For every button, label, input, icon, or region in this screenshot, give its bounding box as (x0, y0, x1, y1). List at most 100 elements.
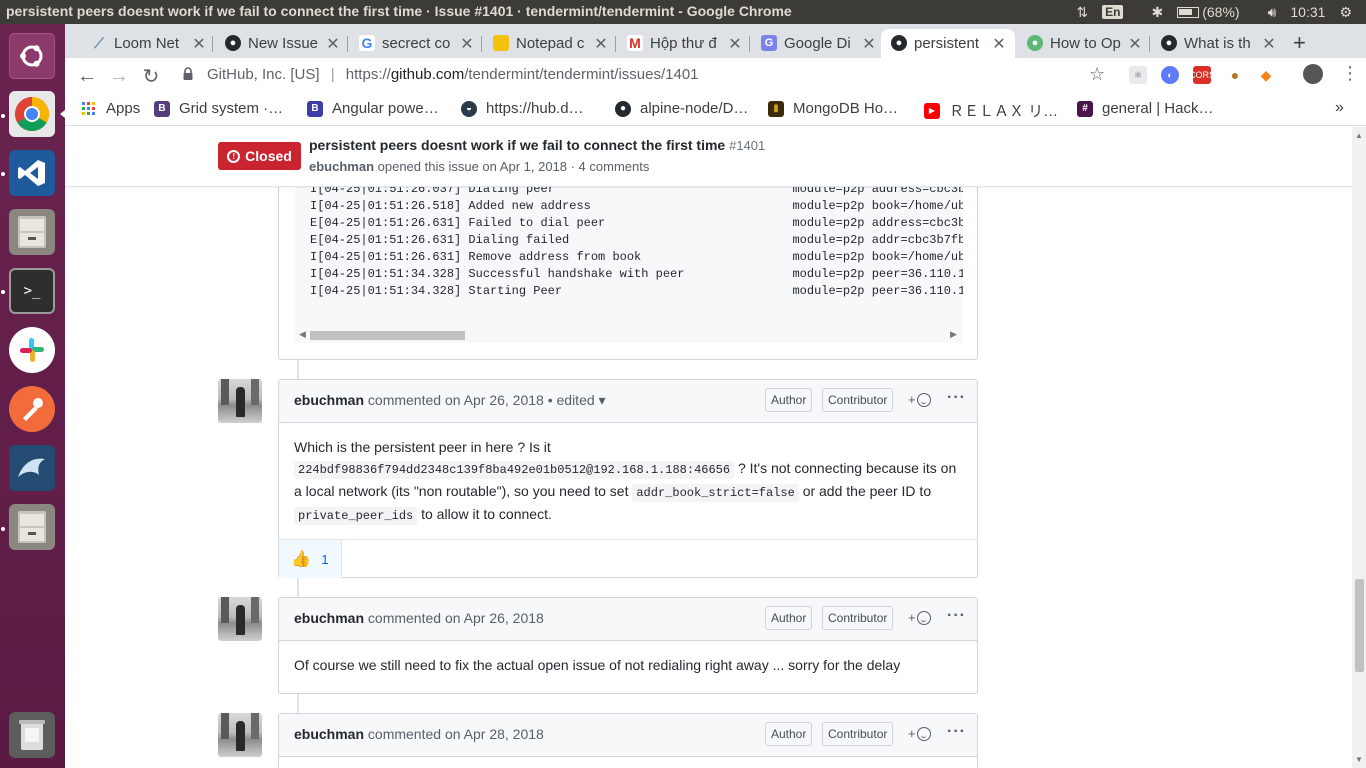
scroll-left-arrow-icon[interactable]: ◀ (299, 329, 306, 340)
scroll-right-arrow-icon[interactable]: ▶ (950, 329, 957, 340)
tab-new-issue[interactable]: ● New Issue ✕ (223, 29, 341, 58)
profile-avatar[interactable] (1303, 64, 1323, 84)
close-tab-icon[interactable]: ✕ (727, 34, 743, 54)
tab-google-search[interactable]: G secrect co ✕ (357, 29, 475, 58)
omnibox[interactable]: GitHub, Inc. [US] | https://github.com/t… (207, 66, 699, 83)
new-tab-plus-icon[interactable]: + (1293, 30, 1306, 56)
bootstrap-icon: B (154, 100, 170, 117)
bluetooth-icon[interactable]: ✱ (1151, 4, 1163, 21)
log-line: I[04-25|01:51:26.518] Added new address … (310, 199, 963, 213)
add-reaction-button[interactable]: + (908, 610, 931, 625)
comment-author[interactable]: ebuchman (294, 610, 364, 626)
files-launcher[interactable] (7, 207, 57, 257)
close-tab-icon[interactable]: ✕ (191, 34, 207, 54)
bookmark-relax[interactable]: ▶ ＲＥＬＡＸ リ… (924, 100, 1058, 121)
bookmark-general-hack[interactable]: # general | Hack… (1077, 100, 1213, 117)
bookmark-star-icon[interactable]: ☆ (1089, 64, 1105, 85)
volume-icon[interactable]: 🔊︎ (1268, 4, 1277, 21)
network-updown-icon[interactable]: ⇅ (1076, 4, 1088, 21)
issue-meta: ebuchman opened this issue on Apr 1, 201… (309, 159, 650, 174)
close-tab-icon[interactable]: ✕ (991, 34, 1007, 54)
extension-icon[interactable]: ◐ (1161, 66, 1179, 84)
bookmark-mongodb[interactable]: ▮ MongoDB Ho… (768, 100, 898, 117)
bookmark-grid-system[interactable]: B Grid system ·… (154, 100, 283, 117)
more-options-icon[interactable]: ··· (947, 723, 966, 741)
reload-icon[interactable]: ↻ (139, 64, 163, 88)
lock-icon[interactable] (183, 67, 193, 81)
page-scrollbar-thumb[interactable] (1355, 579, 1364, 672)
smiley-icon (916, 610, 931, 625)
comment-author[interactable]: ebuchman (294, 726, 364, 742)
chrome-menu-icon[interactable]: ⋮ (1341, 63, 1359, 84)
close-tab-icon[interactable]: ✕ (1261, 34, 1277, 54)
ubuntu-dash-button[interactable] (7, 31, 57, 81)
comment-author[interactable]: ebuchman (294, 392, 364, 408)
slack-launcher[interactable] (7, 325, 57, 375)
comment-date-link[interactable]: Apr 26, 2018 (464, 610, 544, 626)
bookmark-alpine-node[interactable]: ● alpine-node/D… (615, 100, 748, 117)
issue-state-badge: ! Closed (218, 142, 301, 170)
comment: ebuchman commented on Apr 26, 2018 Autho… (278, 597, 978, 694)
security-chip[interactable]: GitHub, Inc. [US] (207, 66, 320, 83)
docker-icon: ◒ (461, 100, 477, 117)
close-tab-icon[interactable]: ✕ (593, 34, 609, 54)
page-scrollbar[interactable]: ▲ ▼ (1352, 127, 1366, 768)
mysql-workbench-launcher[interactable] (7, 443, 57, 493)
more-options-icon[interactable]: ··· (947, 607, 966, 625)
issue-author[interactable]: ebuchman (309, 159, 374, 174)
close-tab-icon[interactable]: ✕ (861, 34, 877, 54)
tab-how-to[interactable]: ● How to Op ✕ (1025, 29, 1143, 58)
power-gear-icon[interactable]: ⚙ (1339, 4, 1352, 21)
tab-loom[interactable]: ⟋ Loom Net ✕ (89, 29, 207, 58)
bookmark-apps[interactable]: Apps (81, 100, 140, 117)
horizontal-scrollbar[interactable]: ◀ ▶ (295, 327, 963, 343)
close-tab-icon[interactable]: ✕ (459, 34, 475, 54)
cookie-extension-icon[interactable]: ● (1226, 66, 1244, 84)
close-tab-icon[interactable]: ✕ (325, 34, 341, 54)
loom-icon: ⟋ (94, 34, 104, 51)
scroll-up-arrow-icon[interactable]: ▲ (1355, 131, 1363, 140)
tab-gmail[interactable]: M Hộp thư đ ✕ (625, 29, 743, 58)
more-options-icon[interactable]: ··· (947, 389, 966, 407)
edited-dropdown[interactable]: • edited ▾ (548, 392, 606, 408)
tab-google-docs[interactable]: G Google Di ✕ (759, 29, 877, 58)
author-badge: Author (765, 722, 813, 746)
add-reaction-button[interactable]: + (908, 392, 931, 407)
chrome-launcher[interactable] (7, 89, 57, 139)
bookmark-docker-hub[interactable]: ◒ https://hub.d… (461, 100, 584, 117)
files-launcher-2[interactable] (7, 502, 57, 552)
add-reaction-button[interactable]: + (908, 726, 931, 741)
bookmarks-overflow-icon[interactable]: » (1335, 99, 1344, 117)
vscode-launcher[interactable] (7, 148, 57, 198)
sticky-issue-header: ! Closed persistent peers doesnt work if… (65, 127, 1352, 187)
forward-arrow-icon[interactable]: → (107, 64, 131, 88)
react-devtools-icon[interactable]: ⚛ (1129, 66, 1147, 84)
issue-title: persistent peers doesnt work if we fail … (309, 137, 766, 153)
tab-what-is[interactable]: ● What is th ✕ (1159, 29, 1277, 58)
comment-date-link[interactable]: Apr 28, 2018 (464, 726, 544, 742)
metamask-fox-icon[interactable]: ◆ (1257, 66, 1275, 84)
trash-launcher[interactable] (7, 710, 57, 760)
scrollbar-thumb[interactable] (310, 331, 465, 340)
tab-persistent-active[interactable]: ● persistent ✕ (881, 29, 1015, 58)
close-tab-icon[interactable]: ✕ (1127, 34, 1143, 54)
contributor-badge: Contributor (822, 388, 894, 412)
tab-notepad[interactable]: Notepad c ✕ (491, 29, 609, 58)
avatar[interactable] (218, 379, 262, 423)
clock[interactable]: 10:31 (1290, 4, 1325, 20)
battery-icon (1177, 6, 1200, 18)
terminal-launcher[interactable]: >_ (7, 266, 57, 316)
avatar[interactable] (218, 597, 262, 641)
cors-extension-icon[interactable]: CORS (1189, 66, 1215, 84)
running-indicator (1, 527, 5, 531)
postman-launcher[interactable] (7, 384, 57, 434)
scroll-down-arrow-icon[interactable]: ▼ (1355, 755, 1363, 764)
back-arrow-icon[interactable]: ← (75, 64, 99, 88)
previous-comment-box: I[04-25|01:51:26.036] Attempting to dial… (278, 167, 978, 360)
bookmark-angular[interactable]: B Angular powe… (307, 100, 439, 117)
battery-indicator[interactable]: (68%) (1177, 4, 1253, 20)
comment-date-link[interactable]: Apr 26, 2018 (464, 392, 544, 408)
thumbs-up-reaction[interactable]: 👍 1 (279, 540, 342, 578)
keyboard-layout-indicator[interactable]: En (1102, 5, 1137, 19)
avatar[interactable] (218, 713, 262, 757)
